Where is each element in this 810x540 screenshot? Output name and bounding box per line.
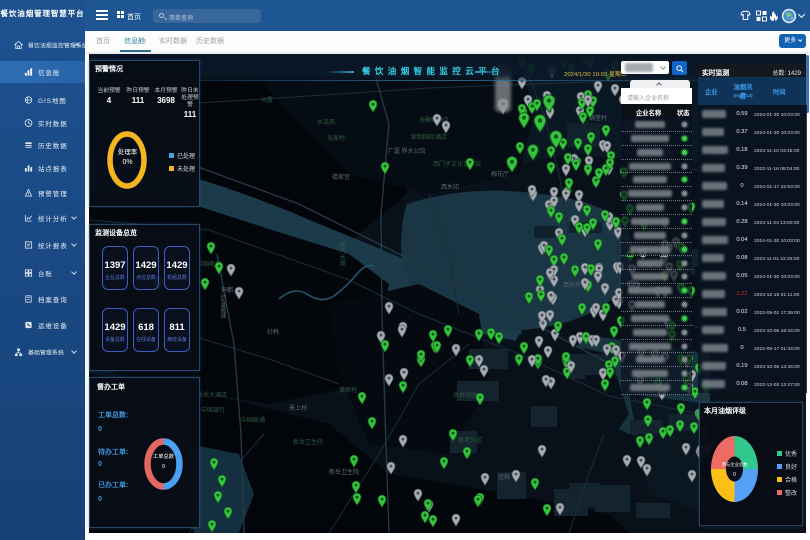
svg-text:社韩: 社韩 xyxy=(267,328,279,336)
svg-text:中国银行: 中国银行 xyxy=(201,406,225,414)
svg-text:毛家村: 毛家村 xyxy=(327,134,345,142)
svg-text:西乡印: 西乡印 xyxy=(441,184,459,191)
svg-text:西汽大道: 西汽大道 xyxy=(338,242,345,267)
svg-text:宜宾: 宜宾 xyxy=(498,473,510,481)
svg-text:新岳卫生院: 新岳卫生院 xyxy=(293,438,323,446)
svg-text:水流风: 水流风 xyxy=(317,118,335,126)
svg-text:中国联通: 中国联通 xyxy=(241,416,265,424)
svg-text:楼家宫: 楼家宫 xyxy=(332,173,350,181)
svg-text:新岳卫生院: 新岳卫生院 xyxy=(329,468,359,476)
svg-text:关悦花园: 关悦花园 xyxy=(453,391,477,399)
svg-text:香港头区: 香港头区 xyxy=(458,436,482,444)
svg-text:铜都: 铜都 xyxy=(221,286,233,294)
svg-text:闲置: 闲置 xyxy=(261,96,273,104)
svg-text:广厦 界水公馆: 广厦 界水公馆 xyxy=(388,147,426,155)
svg-text:梅花厅: 梅花厅 xyxy=(491,170,509,178)
svg-text:西外环: 西外环 xyxy=(563,281,581,289)
svg-text:沪宜高速: 沪宜高速 xyxy=(219,293,226,319)
svg-text:蒲家村: 蒲家村 xyxy=(339,386,357,394)
svg-text:景上村: 景上村 xyxy=(289,404,307,412)
svg-text:紫荆国际酒店: 紫荆国际酒店 xyxy=(411,133,447,141)
svg-text:新岳大酒店: 新岳大酒店 xyxy=(197,391,227,399)
